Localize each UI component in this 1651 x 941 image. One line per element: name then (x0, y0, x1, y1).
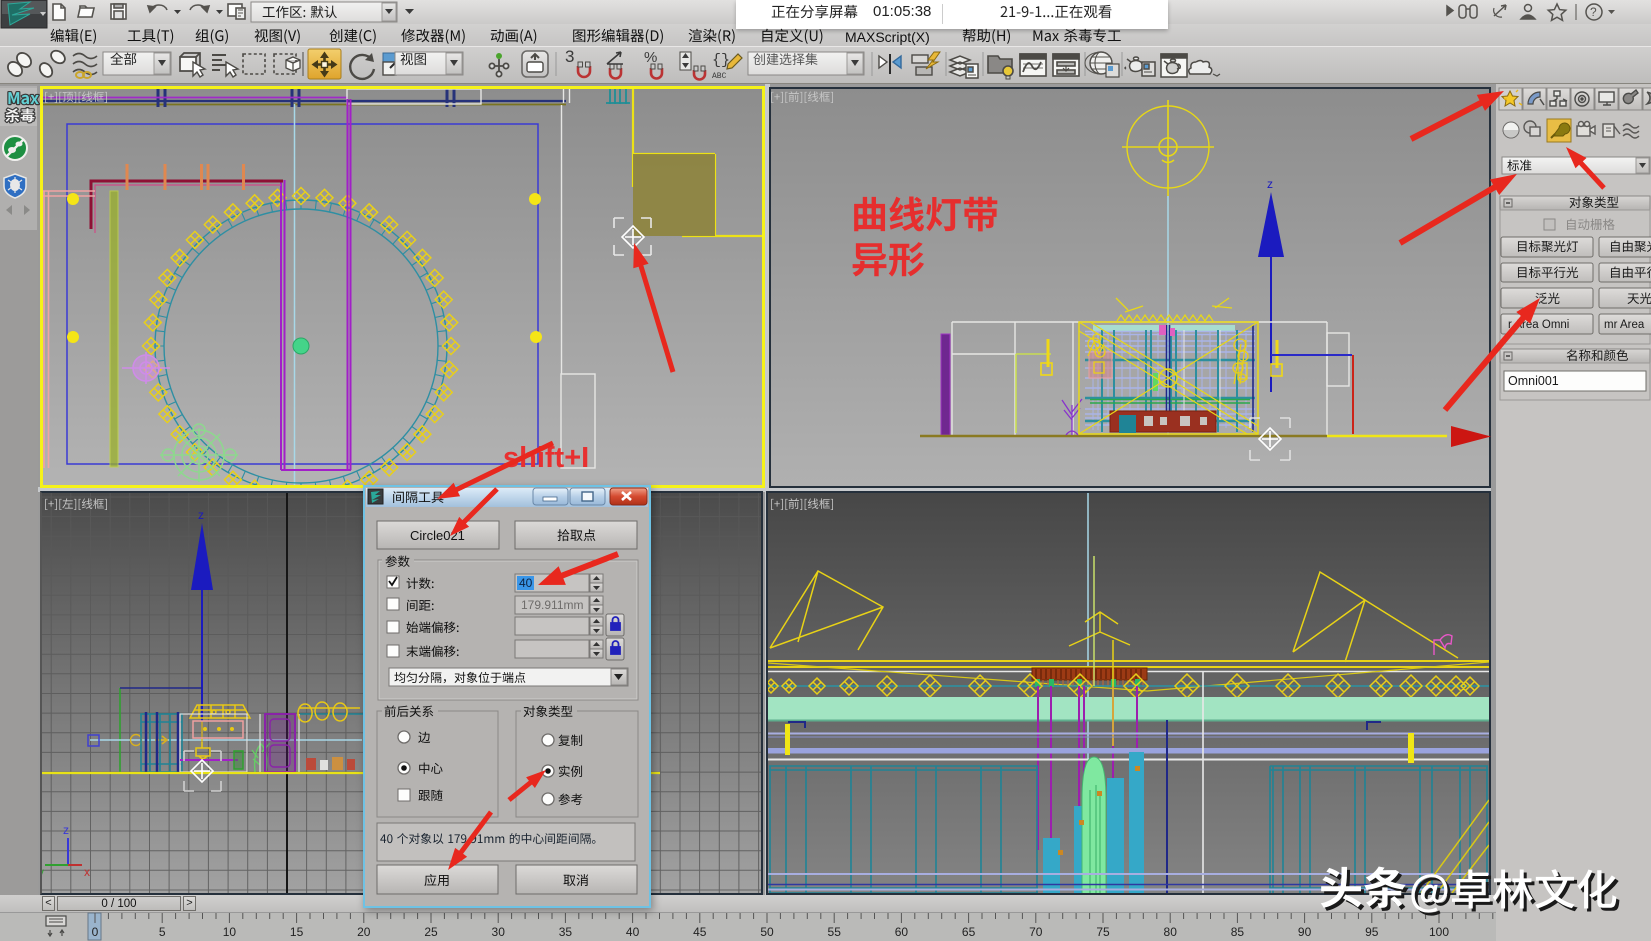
svg-text:z: z (1267, 177, 1273, 191)
svg-text:3: 3 (565, 47, 574, 66)
svg-text:50: 50 (760, 925, 774, 939)
svg-text:20: 20 (357, 925, 371, 939)
svg-text:40: 40 (626, 925, 640, 939)
svg-text:%: % (644, 49, 657, 66)
svg-text:35: 35 (559, 925, 573, 939)
svg-text:60: 60 (895, 925, 909, 939)
svg-text:40: 40 (519, 576, 533, 590)
svg-text:mr Area: mr Area (1604, 319, 1645, 331)
svg-text:10: 10 (223, 925, 237, 939)
svg-text:30: 30 (492, 925, 506, 939)
svg-text:100: 100 (1429, 925, 1449, 939)
svg-text:95: 95 (1365, 925, 1379, 939)
svg-text:x: x (84, 865, 90, 879)
svg-text:15: 15 (290, 925, 304, 939)
svg-text:65: 65 (962, 925, 976, 939)
svg-text:80: 80 (1164, 925, 1178, 939)
svg-text:5: 5 (159, 925, 166, 939)
svg-text:z: z (198, 508, 204, 522)
svg-text:179.911mm: 179.911mm (521, 598, 583, 612)
svg-text:70: 70 (1029, 925, 1043, 939)
svg-text:25: 25 (424, 925, 438, 939)
svg-text:55: 55 (828, 925, 842, 939)
svg-text:45: 45 (693, 925, 707, 939)
svg-text:Circle021: Circle021 (410, 528, 465, 543)
svg-text:ABC: ABC (712, 72, 727, 81)
svg-text:y: y (42, 865, 44, 879)
svg-text:75: 75 (1096, 925, 1110, 939)
svg-text:0: 0 (92, 925, 99, 939)
svg-text:r Area Omni: r Area Omni (1508, 319, 1569, 331)
svg-text:?: ? (1590, 5, 1597, 19)
svg-text:90: 90 (1298, 925, 1312, 939)
svg-text:Omni001: Omni001 (1508, 374, 1559, 388)
svg-text:z: z (63, 823, 69, 837)
svg-text:85: 85 (1231, 925, 1245, 939)
